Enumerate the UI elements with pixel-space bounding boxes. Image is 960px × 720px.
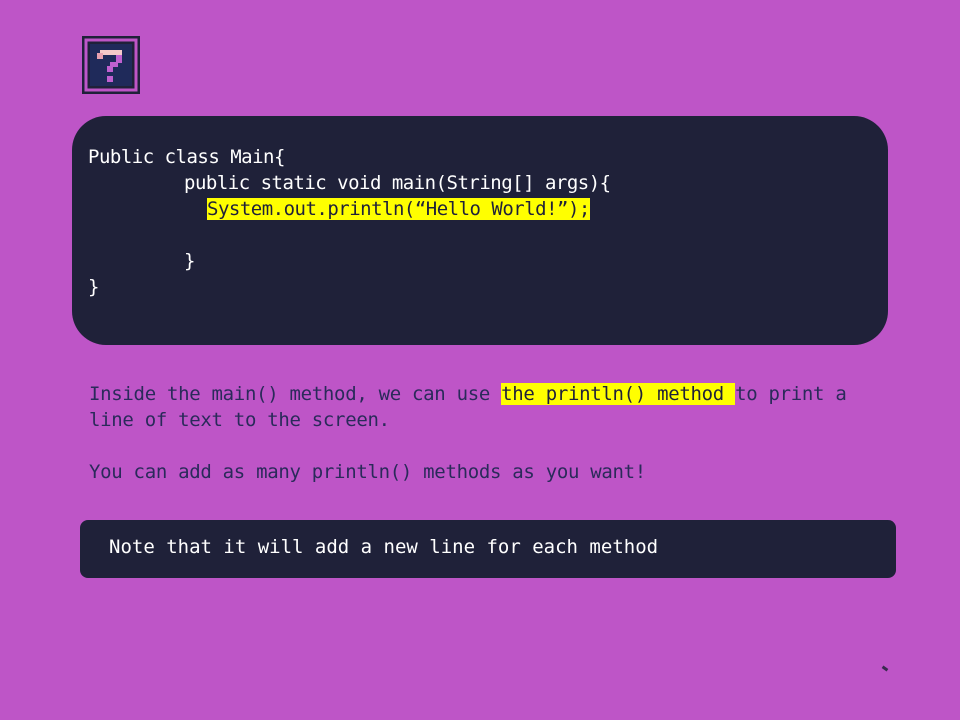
code-block: Public class Main{ public static void ma…	[72, 116, 888, 345]
code-line: public static void main(String[] args){	[184, 172, 611, 194]
highlighted-text: the println() method	[501, 383, 736, 405]
note-text: Note that it will add a new line for eac…	[109, 536, 659, 558]
note-box: Note that it will add a new line for eac…	[80, 520, 896, 578]
code-line: }	[88, 276, 99, 298]
code-line: Public class Main{	[88, 146, 285, 168]
code-line: }	[184, 250, 195, 272]
question-mark-icon[interactable]	[80, 34, 142, 96]
code-line-highlighted: System.out.println(“Hello World!”);	[207, 198, 590, 220]
explanation-paragraph-2: You can add as many println() methods as…	[89, 461, 646, 483]
explanation-paragraph: Inside the main() method, we can use the…	[89, 381, 889, 433]
cursor-mark	[881, 665, 889, 672]
text: Inside the main() method, we can use	[89, 383, 502, 405]
